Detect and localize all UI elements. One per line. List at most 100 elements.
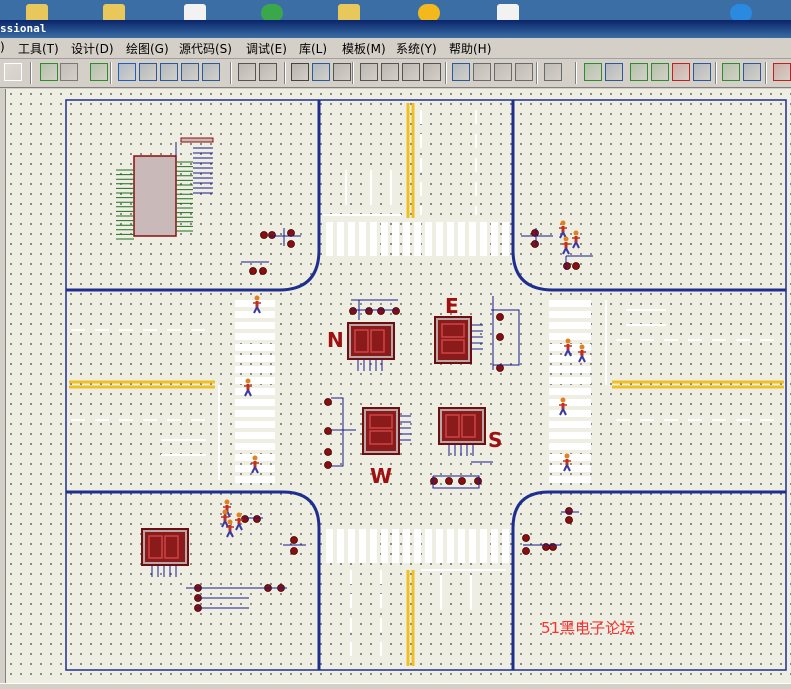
direction-label-south: S [488, 428, 502, 452]
microcontroller-circuit [116, 137, 214, 240]
property-assign-icon[interactable] [605, 63, 623, 81]
block-rotate-icon[interactable] [402, 63, 420, 81]
intersection-schematic[interactable]: N E S W 51黑电子论坛 [6, 89, 791, 683]
crosswalk-stripe [480, 222, 487, 256]
crosswalk-stripe [235, 421, 275, 428]
crosswalk-stripe [549, 311, 591, 318]
crosswalk-stripe [458, 222, 465, 256]
grid-icon[interactable] [60, 63, 78, 81]
watermark: 51黑电子论坛 [541, 619, 635, 637]
desktop-browser-icon[interactable] [730, 4, 752, 20]
toolbar-separator [765, 62, 767, 84]
crosswalk-stripe [549, 410, 591, 417]
refresh-icon[interactable] [40, 63, 58, 81]
led [565, 516, 573, 524]
remove-sheet-icon[interactable] [672, 63, 690, 81]
crosswalk-stripe [337, 222, 344, 256]
desktop-file-icon[interactable] [497, 4, 519, 20]
add-sheet-icon[interactable] [651, 63, 669, 81]
crosswalk-stripe [425, 222, 432, 256]
toolbar-separator [284, 62, 286, 84]
crosswalks [235, 222, 591, 563]
packaging-tool-icon[interactable] [494, 63, 512, 81]
desktop-file-icon[interactable] [184, 4, 206, 20]
ares-netlist-icon[interactable] [773, 63, 791, 81]
toolbar-separator [575, 62, 577, 84]
make-device-icon[interactable] [473, 63, 491, 81]
led [324, 461, 332, 469]
crosswalk-stripe [549, 454, 591, 461]
crosswalk-stripe [549, 377, 591, 384]
origin-icon[interactable] [90, 63, 108, 81]
crosswalk-stripe [549, 322, 591, 329]
status-bar [0, 683, 791, 689]
led [430, 477, 438, 485]
menu-item-template[interactable]: 模板(M) [342, 40, 386, 57]
crosswalk-stripe [549, 388, 591, 395]
window-title-bar[interactable]: ssional [0, 20, 791, 38]
zoom-out-icon[interactable] [160, 63, 178, 81]
block-delete-icon[interactable] [423, 63, 441, 81]
zoom-all-icon[interactable] [181, 63, 199, 81]
search-tag-icon[interactable] [584, 63, 602, 81]
wire-autorouter-icon[interactable] [544, 63, 562, 81]
menu-item-tools[interactable]: 工具(T) [18, 40, 59, 57]
copy-icon[interactable] [312, 63, 330, 81]
toolbar-separator [445, 62, 447, 84]
menu-item-debug[interactable]: 调试(E) [246, 40, 287, 57]
block-move-icon[interactable] [381, 63, 399, 81]
zoom-area-icon[interactable] [202, 63, 220, 81]
led [365, 307, 373, 315]
zoom-in-icon[interactable] [139, 63, 157, 81]
menu-item-source[interactable]: 源代码(S) [179, 40, 232, 57]
new-sheet-icon[interactable] [4, 63, 22, 81]
pan-icon[interactable] [118, 63, 136, 81]
menu-item-system[interactable]: 系统(Y) [396, 40, 437, 57]
menu-item-graph[interactable]: 绘图(G) [126, 40, 169, 57]
menu-item-design[interactable]: 设计(D) [71, 40, 114, 57]
crosswalk-stripe [381, 529, 388, 563]
electrical-check-icon[interactable] [743, 63, 761, 81]
crosswalk-stripe [235, 322, 275, 329]
led [290, 536, 298, 544]
crosswalk-stripe [549, 432, 591, 439]
paste-icon[interactable] [333, 63, 351, 81]
bill-of-materials-icon[interactable] [722, 63, 740, 81]
crosswalk-stripe [235, 443, 275, 450]
menu-item-help[interactable]: 帮助(H) [449, 40, 491, 57]
crosswalk-stripe [235, 432, 275, 439]
schematic-canvas[interactable]: N E S W 51黑电子论坛 [5, 89, 791, 683]
led [253, 515, 261, 523]
desktop-app-icon[interactable] [418, 4, 440, 20]
pedestrian-icon [235, 512, 243, 531]
desktop-folder-icon[interactable] [338, 4, 360, 20]
undo-icon[interactable] [238, 63, 256, 81]
desktop-folder-icon[interactable] [103, 4, 125, 20]
cut-icon[interactable] [291, 63, 309, 81]
led [324, 427, 332, 435]
menu-item-library[interactable]: 库(L) [299, 40, 327, 57]
crosswalk-stripe [502, 222, 509, 256]
led [287, 240, 295, 248]
menu-item-file[interactable]: ) [0, 40, 5, 54]
crosswalk-stripe [403, 529, 410, 563]
led [496, 333, 504, 341]
led [572, 262, 580, 270]
crosswalk-stripe [436, 529, 443, 563]
goto-sheet-icon[interactable] [693, 63, 711, 81]
direction-label-north: N [327, 328, 344, 352]
led [241, 515, 249, 523]
desktop-globe-icon[interactable] [261, 4, 283, 20]
crosswalk-stripe [469, 222, 476, 256]
desktop-folder-icon[interactable] [26, 4, 48, 20]
crosswalk-stripe [235, 399, 275, 406]
block-copy-icon[interactable] [360, 63, 378, 81]
led [458, 477, 466, 485]
crosswalk-stripe [359, 529, 366, 563]
pick-device-icon[interactable] [452, 63, 470, 81]
redo-icon[interactable] [259, 63, 277, 81]
pedestrian-icon [562, 236, 570, 255]
decompose-icon[interactable] [515, 63, 533, 81]
toolbar-separator [352, 62, 354, 84]
new-sheet-2-icon[interactable] [630, 63, 648, 81]
